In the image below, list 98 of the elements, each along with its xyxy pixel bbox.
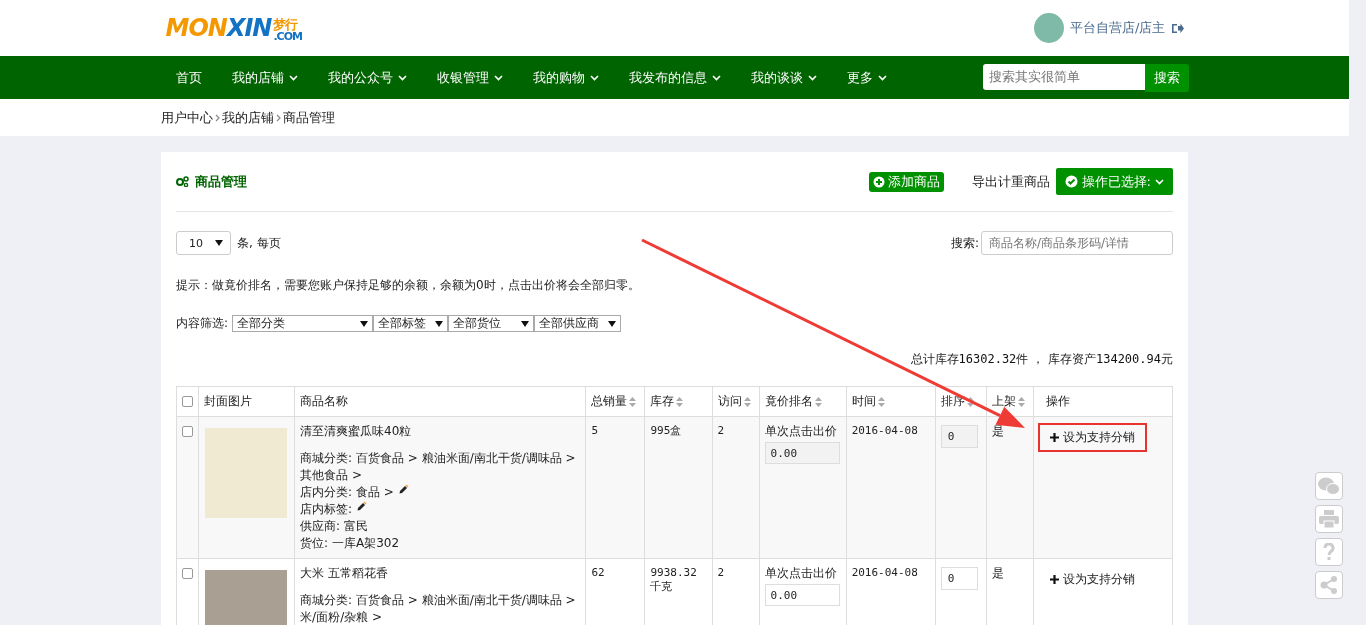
search-button[interactable]: 搜索 bbox=[1144, 63, 1189, 92]
bid-label: 单次点击出价 bbox=[764, 565, 838, 582]
visits-cell: 2 bbox=[717, 424, 725, 437]
avatar[interactable] bbox=[1034, 13, 1065, 43]
dropdown-arrow-icon bbox=[215, 240, 223, 246]
export-link[interactable]: 导出计重商品 bbox=[971, 172, 1050, 191]
tip-text: 提示：做竟价排名，需要您账户保持足够的余额，余额为0时，点击出价将会全部归零。 bbox=[176, 277, 641, 294]
column-header: 封面图片 bbox=[204, 393, 252, 410]
sales-cell: 62 bbox=[591, 566, 605, 579]
sort-icon bbox=[814, 396, 822, 407]
caret-icon bbox=[397, 74, 407, 81]
caret-icon bbox=[807, 74, 817, 81]
caret-icon bbox=[1155, 178, 1164, 185]
sort-icon bbox=[676, 396, 684, 407]
product-detail: 货位: 一库A架302 bbox=[300, 535, 400, 552]
dropdown-arrow-icon bbox=[360, 320, 369, 327]
tool-button[interactable] bbox=[1315, 571, 1343, 599]
chevron-icon bbox=[275, 113, 281, 122]
product-detail: 商城分类: 百货食品 > 粮油米面/南北干货/调味品 > 其他食品 > bbox=[300, 450, 577, 484]
on-shelf-cell: 是 bbox=[991, 566, 1004, 580]
time-cell: 2016-04-08 bbox=[851, 424, 918, 437]
search-field[interactable]: 搜索其实很简单 bbox=[982, 63, 1145, 90]
filter-select[interactable]: 全部供应商 bbox=[534, 315, 622, 332]
inventory-summary: 总计库存16302.32件 ， 库存资产134200.94元 bbox=[909, 351, 1173, 368]
column-header: 商品名称 bbox=[300, 393, 349, 410]
sort-icon bbox=[1017, 396, 1025, 407]
sort-order-field[interactable]: 0 bbox=[940, 425, 978, 448]
bid-field[interactable]: 0.00 bbox=[764, 584, 840, 606]
search-label: 搜索: bbox=[950, 234, 979, 252]
time-cell: 2016-04-08 bbox=[851, 566, 918, 579]
user-name-link[interactable]: 平台自营店/店主 bbox=[1070, 19, 1166, 37]
nav-item[interactable]: 我的谈谈 bbox=[735, 56, 832, 99]
plus-icon bbox=[1049, 575, 1059, 584]
pencil-icon bbox=[397, 484, 409, 495]
filter-select[interactable]: 全部标签 bbox=[373, 315, 449, 332]
product-name[interactable]: 大米 五常稻花香 bbox=[300, 565, 581, 582]
set-distribution-link[interactable]: 设为支持分销 bbox=[1037, 423, 1147, 452]
row-checkbox[interactable] bbox=[182, 568, 193, 579]
plus-circle-icon bbox=[872, 175, 885, 188]
bid-label: 单次点击出价 bbox=[764, 423, 838, 440]
product-detail: 店内分类: 食品 > bbox=[300, 484, 394, 501]
share-icon bbox=[1320, 576, 1338, 594]
visits-cell: 2 bbox=[717, 566, 725, 579]
panel-title: 商品管理 bbox=[195, 172, 247, 191]
caret-icon bbox=[288, 74, 298, 81]
nav-item[interactable]: 更多 bbox=[831, 56, 902, 99]
sales-cell: 5 bbox=[591, 424, 598, 437]
product-name[interactable]: 清至清爽蜜瓜味40粒 bbox=[300, 423, 581, 440]
nav-item[interactable]: 首页 bbox=[160, 56, 217, 99]
product-detail: 店内标签: bbox=[300, 501, 353, 518]
dropdown-arrow-icon bbox=[521, 320, 530, 327]
tool-button[interactable] bbox=[1315, 472, 1343, 500]
chevron-icon bbox=[214, 113, 220, 122]
on-shelf-cell: 是 bbox=[991, 424, 1004, 438]
tool-button[interactable] bbox=[1315, 505, 1343, 533]
pencil-icon bbox=[356, 501, 368, 512]
caret-icon bbox=[493, 74, 503, 81]
nav-item[interactable]: 我的购物 bbox=[517, 56, 614, 99]
print-icon bbox=[1319, 510, 1339, 528]
nav-item[interactable]: 收银管理 bbox=[421, 56, 518, 99]
product-detail: 供应商: 富民 bbox=[300, 518, 368, 535]
filter-select[interactable]: 全部货位 bbox=[448, 315, 535, 332]
stock-cell: 995盒 bbox=[650, 424, 682, 437]
tool-button[interactable] bbox=[1315, 538, 1343, 566]
caret-icon bbox=[589, 74, 599, 81]
product-detail: 商城分类: 百货食品 > 粮油米面/南北干货/调味品 > 米/面粉/杂粮 > bbox=[300, 592, 577, 625]
stock-cell: 9938.32千克 bbox=[650, 566, 697, 593]
dropdown-arrow-icon bbox=[435, 320, 444, 327]
sort-order-field[interactable]: 0 bbox=[940, 567, 978, 590]
sort-icon bbox=[629, 396, 637, 407]
check-circle-icon bbox=[1064, 175, 1078, 188]
breadcrumb-link[interactable]: 用户中心 bbox=[160, 108, 213, 127]
plus-icon bbox=[1049, 433, 1059, 442]
gears-icon bbox=[176, 176, 189, 187]
product-search-field[interactable]: 商品名称/商品条形码/详情 bbox=[981, 231, 1173, 255]
column-header: 操作 bbox=[1045, 393, 1070, 410]
bid-field[interactable]: 0.00 bbox=[764, 442, 840, 464]
bulk-action-button[interactable]: 操作已选择: bbox=[1055, 168, 1173, 195]
breadcrumb-link[interactable]: 我的店铺 bbox=[221, 108, 274, 127]
nav-item[interactable]: 我的店铺 bbox=[216, 56, 313, 99]
add-product-button[interactable]: 添加商品 bbox=[868, 171, 944, 192]
sort-icon bbox=[877, 396, 885, 407]
caret-icon bbox=[877, 74, 887, 81]
page-size-select[interactable]: 10 bbox=[176, 231, 231, 255]
filter-label: 内容筛选: bbox=[176, 315, 229, 332]
chat-bubbles-icon bbox=[1318, 477, 1340, 495]
dropdown-arrow-icon bbox=[608, 320, 617, 327]
caret-icon bbox=[711, 74, 721, 81]
select-all-checkbox[interactable] bbox=[182, 396, 193, 407]
sort-icon bbox=[966, 396, 974, 407]
row-checkbox[interactable] bbox=[182, 426, 193, 437]
logout-icon bbox=[1171, 22, 1184, 34]
nav-item[interactable]: 我的公众号 bbox=[312, 56, 422, 99]
page-size-label: 条, 每页 bbox=[237, 234, 281, 252]
help-icon bbox=[1323, 543, 1335, 561]
nav-item[interactable]: 我发布的信息 bbox=[613, 56, 736, 99]
sort-icon bbox=[743, 396, 751, 407]
filter-select[interactable]: 全部分类 bbox=[232, 315, 374, 332]
